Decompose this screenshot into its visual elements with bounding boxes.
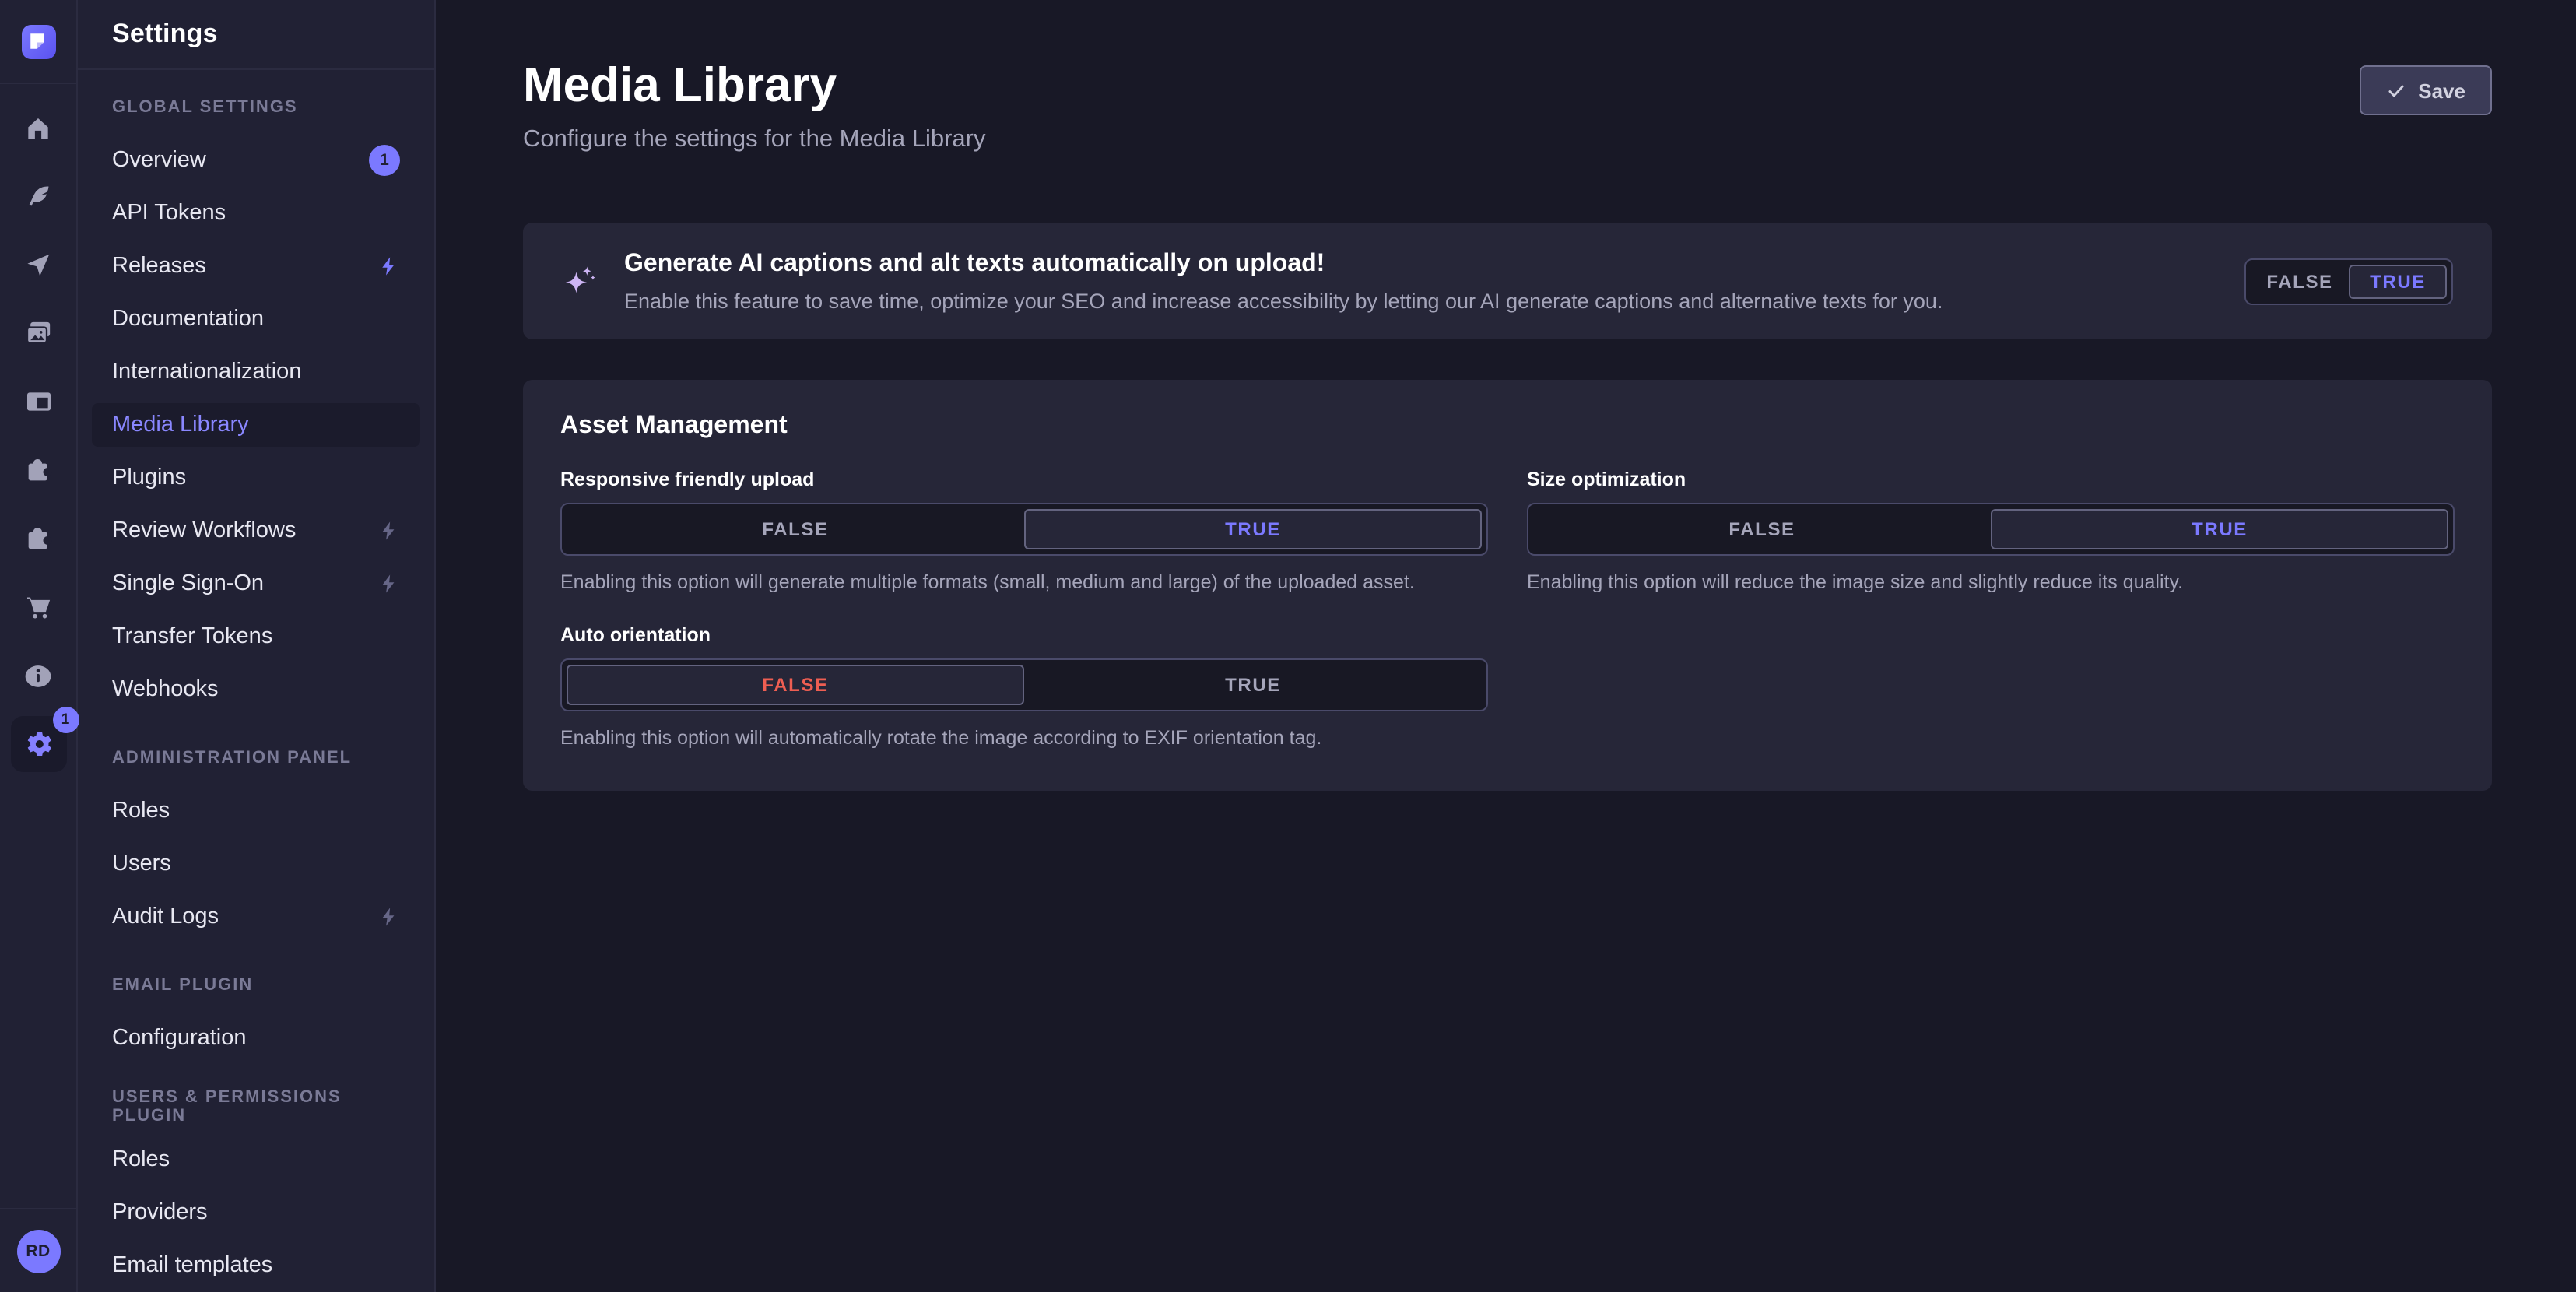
- sidebar-item-releases[interactable]: Releases: [78, 240, 434, 293]
- field-hint: Enabling this option will reduce the ima…: [1527, 570, 2455, 595]
- banner-description: Enable this feature to save time, optimi…: [624, 287, 2207, 314]
- settings-cell: 1: [0, 710, 77, 778]
- sidebar-item-api-tokens[interactable]: API Tokens: [78, 187, 434, 240]
- rail-bottom: RD: [0, 1208, 76, 1292]
- lightning-icon: [378, 573, 400, 595]
- ai-caption-toggle: FALSE TRUE: [2244, 258, 2453, 304]
- section-label-global-settings: GLOBAL SETTINGS: [78, 81, 434, 134]
- auto-orientation-toggle: FALSE TRUE: [560, 658, 1488, 711]
- banner-title: Generate AI captions and alt texts autom…: [624, 248, 2207, 279]
- rail-nav: 1: [0, 84, 76, 1208]
- section-label-email-plugin: EMAIL PLUGIN: [78, 959, 434, 1012]
- responsive-upload-false[interactable]: FALSE: [567, 509, 1024, 549]
- banner-text: Generate AI captions and alt texts autom…: [624, 248, 2207, 314]
- auto-orientation-true[interactable]: TRUE: [1024, 665, 1482, 705]
- size-optimization-true[interactable]: TRUE: [1991, 509, 2448, 549]
- sidebar-item-overview[interactable]: Overview 1: [78, 134, 434, 187]
- sidebar-item-transfer-tokens[interactable]: Transfer Tokens: [78, 610, 434, 663]
- settings-badge: 1: [52, 707, 79, 733]
- fields-grid: Responsive friendly upload FALSE TRUE En…: [560, 467, 2455, 750]
- save-button[interactable]: Save: [2359, 65, 2492, 115]
- field-auto-orientation: Auto orientation FALSE TRUE Enabling thi…: [560, 623, 1488, 750]
- section-label-administration-panel: ADMINISTRATION PANEL: [78, 732, 434, 785]
- sidebar-nav: GLOBAL SETTINGS Overview 1 API Tokens Re…: [78, 70, 434, 1292]
- puzzle-icon[interactable]: [0, 436, 77, 504]
- sidebar-item-webhooks[interactable]: Webhooks: [78, 663, 434, 716]
- field-size-optimization: Size optimization FALSE TRUE Enabling th…: [1527, 467, 2455, 595]
- lightning-icon: [378, 906, 400, 928]
- lightning-icon: [378, 255, 400, 277]
- sidebar-item-users[interactable]: Users: [78, 837, 434, 890]
- sidebar-item-roles[interactable]: Roles: [78, 785, 434, 837]
- sidebar-item-review-workflows[interactable]: Review Workflows: [78, 504, 434, 557]
- auto-orientation-false[interactable]: FALSE: [567, 665, 1024, 705]
- send-icon[interactable]: [0, 230, 77, 299]
- icon-rail: 1 RD: [0, 0, 78, 1292]
- sidebar-item-audit-logs[interactable]: Audit Logs: [78, 890, 434, 943]
- field-hint: Enabling this option will automatically …: [560, 725, 1488, 750]
- field-responsive-friendly-upload: Responsive friendly upload FALSE TRUE En…: [560, 467, 1488, 595]
- responsive-upload-toggle: FALSE TRUE: [560, 503, 1488, 556]
- media-library-icon[interactable]: [0, 299, 77, 367]
- page-title: Media Library: [523, 56, 2492, 115]
- field-label: Responsive friendly upload: [560, 467, 1488, 492]
- settings-gear-icon[interactable]: 1: [10, 716, 66, 772]
- feather-icon[interactable]: [0, 162, 77, 230]
- settings-sidebar: Settings GLOBAL SETTINGS Overview 1 API …: [78, 0, 436, 1292]
- home-icon[interactable]: [0, 93, 77, 162]
- section-label-users-permissions-plugin: USERS & PERMISSIONS PLUGIN: [78, 1080, 434, 1133]
- sidebar-item-single-sign-on[interactable]: Single Sign-On: [78, 557, 434, 610]
- puzzle-icon[interactable]: [0, 504, 77, 573]
- lightning-icon: [378, 520, 400, 542]
- size-optimization-toggle: FALSE TRUE: [1527, 503, 2455, 556]
- ai-caption-banner: Generate AI captions and alt texts autom…: [523, 223, 2492, 339]
- overview-badge: 1: [369, 145, 400, 176]
- strapi-logo[interactable]: [21, 24, 55, 58]
- field-label: Size optimization: [1527, 467, 2455, 492]
- marketplace-cart-icon[interactable]: [0, 573, 77, 641]
- info-icon[interactable]: [0, 641, 77, 710]
- sidebar-header: Settings: [78, 0, 434, 70]
- app-root: 1 RD Settings GLOBAL SETTINGS Overview 1…: [0, 0, 2576, 1292]
- sidebar-item-media-library[interactable]: Media Library: [92, 403, 420, 447]
- ai-toggle-false[interactable]: FALSE: [2251, 264, 2349, 298]
- sidebar-item-configuration[interactable]: Configuration: [78, 1012, 434, 1065]
- ai-toggle-true[interactable]: TRUE: [2349, 264, 2447, 298]
- size-optimization-false[interactable]: FALSE: [1533, 509, 1991, 549]
- field-label: Auto orientation: [560, 623, 1488, 648]
- sidebar-item-documentation[interactable]: Documentation: [78, 293, 434, 346]
- ai-sparkle-icon: [560, 261, 601, 301]
- card-title: Asset Management: [560, 413, 2455, 441]
- sidebar-item-email-templates[interactable]: Email templates: [78, 1239, 434, 1292]
- sidebar-item-internationalization[interactable]: Internationalization: [78, 346, 434, 398]
- main-content: Media Library Configure the settings for…: [436, 0, 2576, 1292]
- sidebar-title: Settings: [112, 19, 218, 50]
- sidebar-item-up-roles[interactable]: Roles: [78, 1133, 434, 1186]
- page-subtitle: Configure the settings for the Media Lib…: [523, 125, 2492, 156]
- check-icon: [2385, 80, 2406, 100]
- asset-management-card: Asset Management Responsive friendly upl…: [523, 380, 2492, 791]
- content-manager-icon[interactable]: [0, 367, 77, 436]
- field-hint: Enabling this option will generate multi…: [560, 570, 1488, 595]
- sidebar-item-providers[interactable]: Providers: [78, 1186, 434, 1239]
- logo-cell: [0, 0, 76, 84]
- sidebar-item-plugins[interactable]: Plugins: [78, 451, 434, 504]
- avatar[interactable]: RD: [16, 1229, 60, 1273]
- responsive-upload-true[interactable]: TRUE: [1024, 509, 1482, 549]
